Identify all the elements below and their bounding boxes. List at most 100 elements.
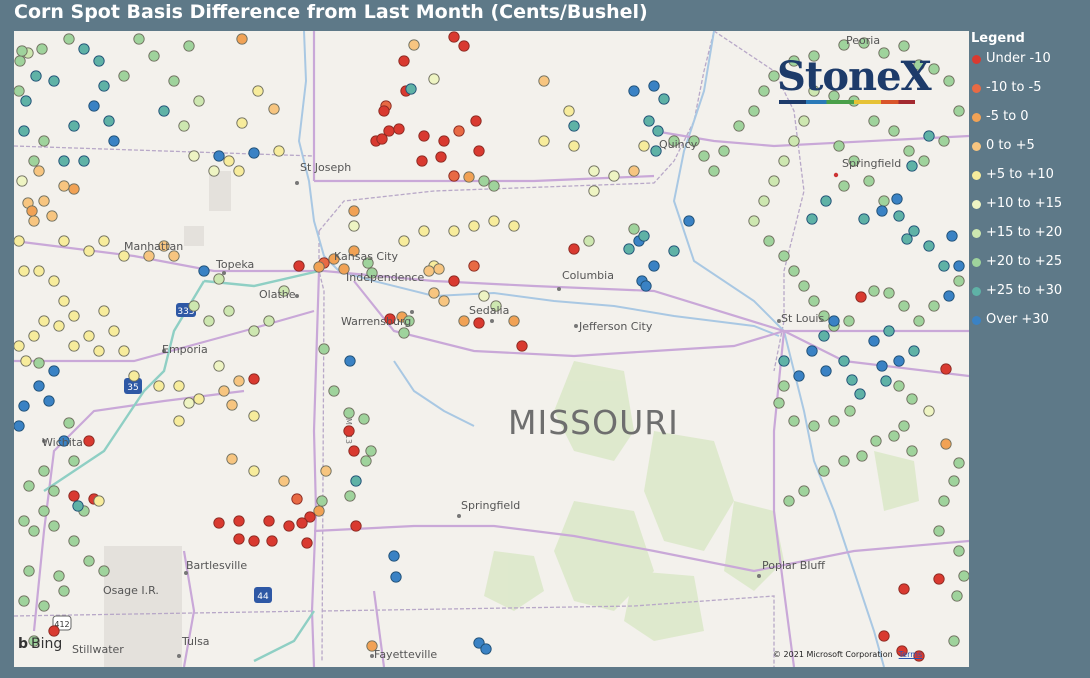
station-marker[interactable] (918, 155, 930, 167)
station-marker[interactable] (53, 320, 65, 332)
station-marker[interactable] (683, 215, 695, 227)
station-marker[interactable] (718, 145, 730, 157)
station-marker[interactable] (266, 535, 278, 547)
station-marker[interactable] (938, 260, 950, 272)
station-marker[interactable] (778, 355, 790, 367)
station-marker[interactable] (33, 380, 45, 392)
station-marker[interactable] (623, 243, 635, 255)
station-marker[interactable] (350, 475, 362, 487)
station-marker[interactable] (48, 365, 60, 377)
station-marker[interactable] (763, 235, 775, 247)
station-marker[interactable] (78, 155, 90, 167)
station-marker[interactable] (628, 85, 640, 97)
station-marker[interactable] (293, 260, 305, 272)
station-marker[interactable] (43, 395, 55, 407)
station-marker[interactable] (428, 287, 440, 299)
station-marker[interactable] (38, 465, 50, 477)
station-marker[interactable] (405, 83, 417, 95)
station-marker[interactable] (68, 340, 80, 352)
station-marker[interactable] (453, 125, 465, 137)
station-marker[interactable] (808, 420, 820, 432)
station-marker[interactable] (893, 210, 905, 222)
station-marker[interactable] (855, 291, 867, 303)
station-marker[interactable] (838, 180, 850, 192)
station-marker[interactable] (846, 374, 858, 386)
station-marker[interactable] (98, 80, 110, 92)
station-marker[interactable] (291, 493, 303, 505)
station-marker[interactable] (438, 295, 450, 307)
station-marker[interactable] (940, 363, 952, 375)
station-marker[interactable] (316, 495, 328, 507)
station-marker[interactable] (652, 125, 664, 137)
station-marker[interactable] (423, 265, 435, 277)
station-marker[interactable] (868, 285, 880, 297)
station-marker[interactable] (858, 213, 870, 225)
station-marker[interactable] (283, 520, 295, 532)
legend-item[interactable]: -10 to -5 (969, 80, 1090, 109)
station-marker[interactable] (638, 140, 650, 152)
station-marker[interactable] (68, 490, 80, 502)
station-marker[interactable] (458, 40, 470, 52)
station-marker[interactable] (263, 315, 275, 327)
legend-item[interactable]: -5 to 0 (969, 109, 1090, 138)
station-marker[interactable] (14, 85, 25, 97)
station-marker[interactable] (133, 33, 145, 45)
station-marker[interactable] (252, 85, 264, 97)
station-marker[interactable] (58, 180, 70, 192)
station-marker[interactable] (233, 165, 245, 177)
station-marker[interactable] (18, 125, 30, 137)
station-marker[interactable] (876, 360, 888, 372)
station-marker[interactable] (428, 73, 440, 85)
station-marker[interactable] (16, 175, 28, 187)
station-marker[interactable] (20, 355, 32, 367)
station-marker[interactable] (508, 220, 520, 232)
station-marker[interactable] (236, 33, 248, 45)
station-marker[interactable] (63, 33, 75, 45)
station-marker[interactable] (648, 260, 660, 272)
station-marker[interactable] (953, 545, 965, 557)
station-marker[interactable] (301, 537, 313, 549)
legend-item[interactable]: +15 to +20 (969, 225, 1090, 254)
station-marker[interactable] (173, 415, 185, 427)
station-marker[interactable] (628, 165, 640, 177)
station-marker[interactable] (263, 515, 275, 527)
station-marker[interactable] (33, 165, 45, 177)
station-marker[interactable] (14, 340, 25, 352)
station-marker[interactable] (868, 335, 880, 347)
station-marker[interactable] (648, 80, 660, 92)
station-marker[interactable] (938, 135, 950, 147)
station-marker[interactable] (203, 315, 215, 327)
station-marker[interactable] (193, 95, 205, 107)
terms-link[interactable]: Terms (899, 650, 923, 659)
station-marker[interactable] (798, 115, 810, 127)
station-marker[interactable] (906, 445, 918, 457)
station-marker[interactable] (588, 165, 600, 177)
station-marker[interactable] (365, 445, 377, 457)
station-marker[interactable] (18, 515, 30, 527)
station-marker[interactable] (798, 280, 810, 292)
station-marker[interactable] (28, 155, 40, 167)
station-marker[interactable] (38, 315, 50, 327)
station-marker[interactable] (508, 315, 520, 327)
station-marker[interactable] (943, 290, 955, 302)
station-marker[interactable] (78, 43, 90, 55)
station-marker[interactable] (168, 75, 180, 87)
station-marker[interactable] (58, 295, 70, 307)
station-marker[interactable] (758, 195, 770, 207)
station-marker[interactable] (38, 600, 50, 612)
station-marker[interactable] (223, 155, 235, 167)
station-marker[interactable] (28, 330, 40, 342)
station-marker[interactable] (88, 100, 100, 112)
station-marker[interactable] (48, 625, 60, 637)
station-marker[interactable] (628, 223, 640, 235)
station-marker[interactable] (33, 357, 45, 369)
station-marker[interactable] (948, 475, 960, 487)
station-marker[interactable] (83, 330, 95, 342)
station-marker[interactable] (748, 105, 760, 117)
station-marker[interactable] (158, 105, 170, 117)
station-marker[interactable] (448, 170, 460, 182)
station-marker[interactable] (118, 70, 130, 82)
station-marker[interactable] (898, 583, 910, 595)
station-marker[interactable] (773, 397, 785, 409)
station-marker[interactable] (418, 130, 430, 142)
